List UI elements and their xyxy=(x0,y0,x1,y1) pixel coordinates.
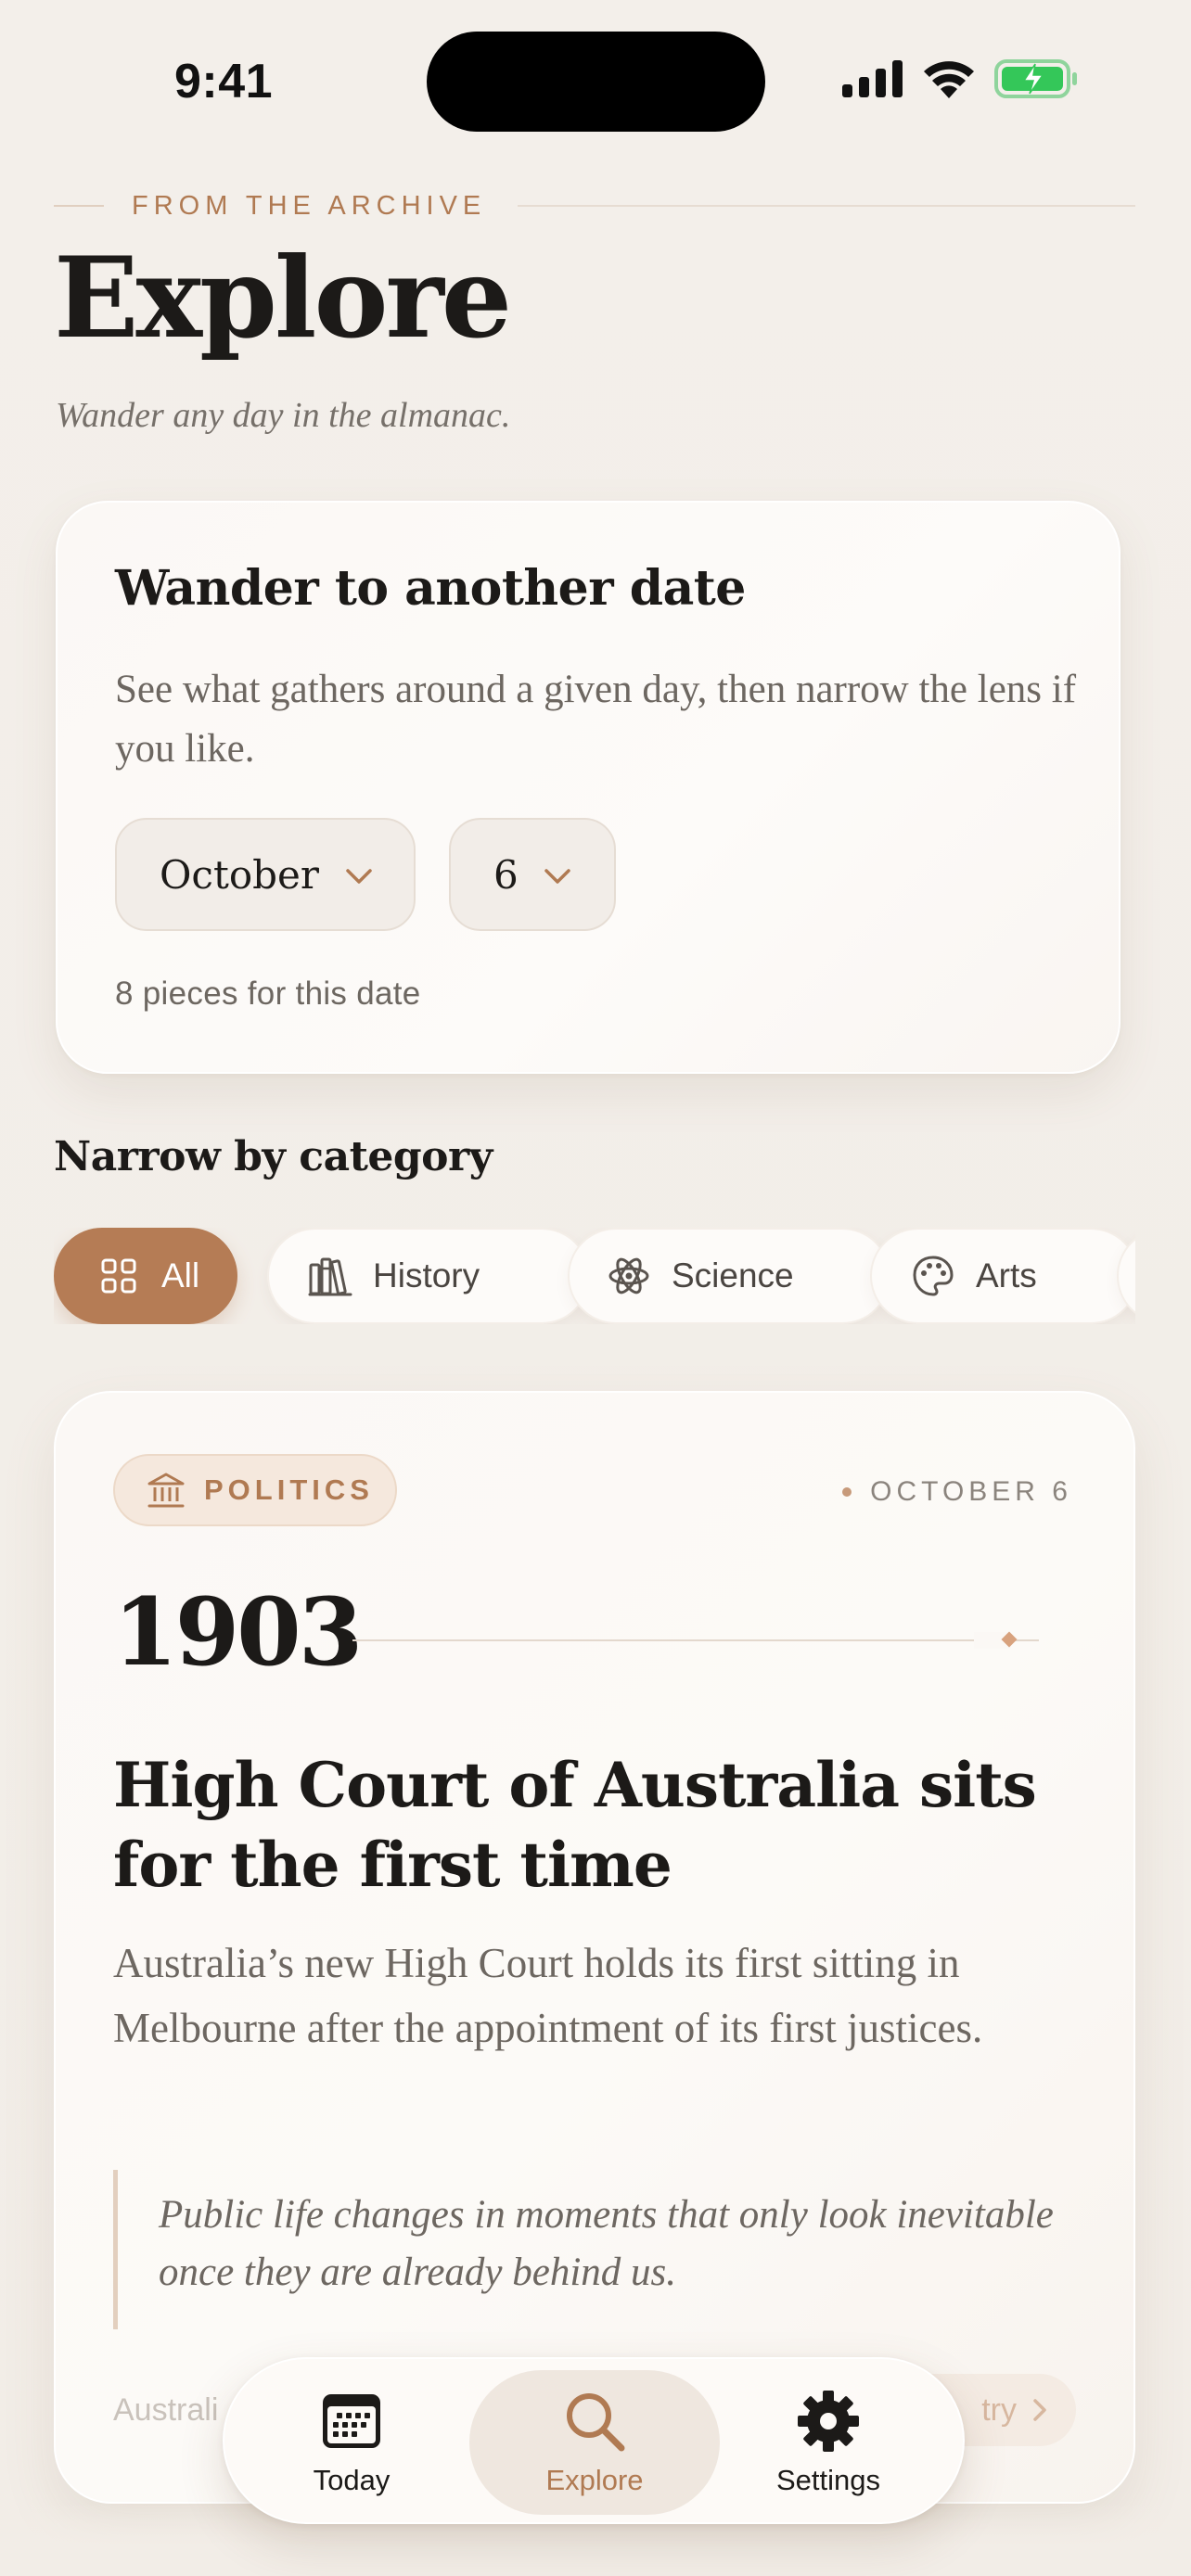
cellular-signal-icon xyxy=(842,60,903,97)
event-year: 1903 xyxy=(113,1577,363,1687)
event-description: Australia’s new High Court holds its fir… xyxy=(113,1940,983,2051)
month-select-value: October xyxy=(160,851,319,898)
tab-settings[interactable]: Settings xyxy=(703,2370,954,2515)
eyebrow-rule-right xyxy=(518,205,1135,207)
tab-bar: Today Explore Settings xyxy=(223,2357,965,2524)
eyebrow-row: FROM THE ARCHIVE xyxy=(54,189,1135,223)
chevron-right-icon xyxy=(1033,2399,1046,2421)
chip-arts[interactable]: Arts xyxy=(870,1228,1135,1324)
event-footer-link-label: try xyxy=(981,2391,1017,2428)
atom-icon xyxy=(607,1254,651,1298)
chip-history-label: History xyxy=(373,1256,480,1294)
explore-screen: 9:41 FROM THE ARCHIVE Explore Wander any… xyxy=(0,0,1191,2576)
chip-science[interactable]: Science xyxy=(568,1228,890,1324)
grid-icon xyxy=(96,1254,141,1298)
year-rule xyxy=(352,1639,1039,1641)
calendar-icon xyxy=(318,2388,385,2455)
gear-icon xyxy=(795,2388,862,2455)
tab-explore-label: Explore xyxy=(545,2464,644,2496)
event-title: High Court of Australia sits for the fir… xyxy=(113,1749,1037,1901)
palette-icon xyxy=(911,1254,955,1298)
date-dot xyxy=(842,1487,852,1497)
page-subtitle: Wander any day in the almanac. xyxy=(56,396,511,435)
battery-charging-icon xyxy=(994,59,1077,98)
event-date-label: OCTOBER 6 xyxy=(870,1476,1072,1507)
day-select[interactable]: 6 xyxy=(449,818,616,931)
month-select[interactable]: October xyxy=(115,818,416,931)
pieces-count: 8 pieces for this date xyxy=(115,976,421,1012)
tab-explore[interactable]: Explore xyxy=(469,2370,720,2515)
tab-settings-label: Settings xyxy=(775,2464,880,2496)
category-section-title: Narrow by category xyxy=(54,1133,493,1180)
chip-arts-label: Arts xyxy=(976,1256,1037,1294)
day-select-value: 6 xyxy=(493,851,519,898)
category-badge: POLITICS xyxy=(113,1454,397,1526)
wifi-icon xyxy=(924,61,974,98)
page-title: Explore xyxy=(54,233,512,363)
search-icon xyxy=(561,2388,628,2455)
chip-all[interactable]: All xyxy=(54,1228,237,1324)
event-quote: Public life changes in moments that only… xyxy=(113,2170,1078,2329)
chip-science-label: Science xyxy=(672,1256,794,1294)
event-card[interactable]: POLITICS OCTOBER 6 1903 High Court of Au… xyxy=(54,1391,1135,2504)
dynamic-island xyxy=(427,32,765,132)
chip-history[interactable]: History xyxy=(267,1228,590,1324)
date-card-title: Wander to another date xyxy=(115,560,746,617)
chevron-down-icon xyxy=(346,869,372,884)
status-bar: 9:41 xyxy=(0,0,1191,158)
event-date: OCTOBER 6 xyxy=(842,1476,1072,1508)
tab-today[interactable]: Today xyxy=(226,2370,477,2515)
category-chips[interactable]: All History Science Arts xyxy=(54,1228,1135,1324)
date-card-description: See what gathers around a given day, the… xyxy=(115,668,1077,771)
chevron-down-icon xyxy=(544,869,570,884)
status-time: 9:41 xyxy=(174,55,274,108)
eyebrow-rule-left xyxy=(54,205,104,207)
event-footer-text: Australi xyxy=(113,2392,219,2428)
chip-all-label: All xyxy=(161,1256,200,1294)
date-picker-card: Wander to another date See what gathers … xyxy=(56,501,1121,1074)
tab-today-label: Today xyxy=(313,2464,391,2496)
columns-building-icon xyxy=(147,1473,185,1508)
books-icon xyxy=(308,1254,352,1298)
status-icons xyxy=(842,57,1078,100)
event-quote-text: Public life changes in moments that only… xyxy=(159,2193,1054,2294)
eyebrow-label: FROM THE ARCHIVE xyxy=(132,190,487,221)
category-badge-label: POLITICS xyxy=(204,1473,374,1506)
